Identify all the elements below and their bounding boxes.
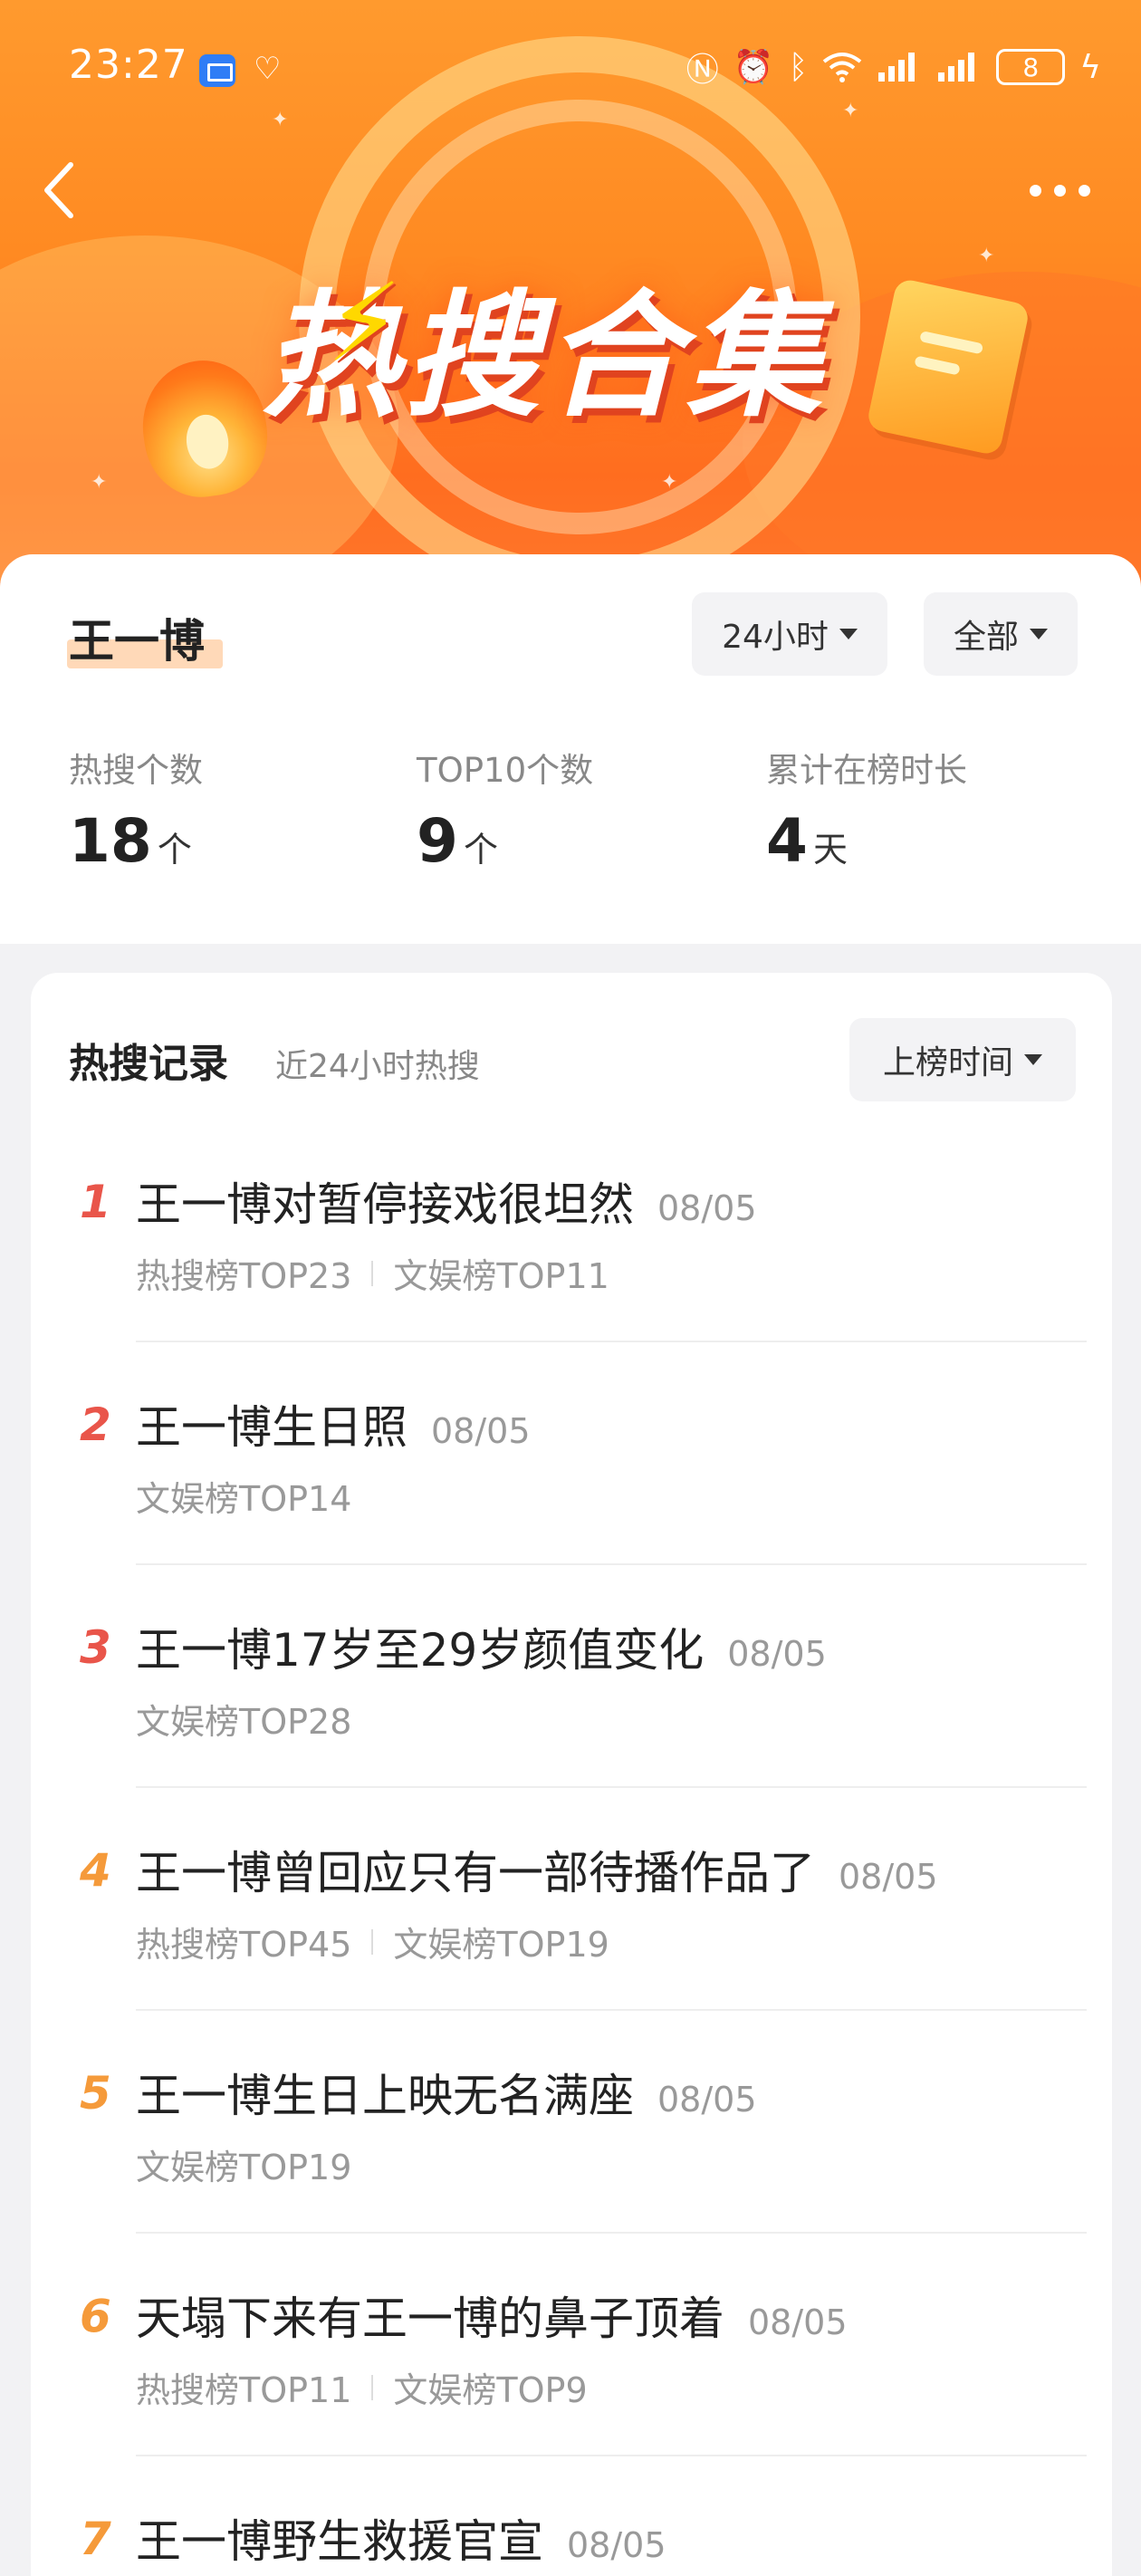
status-icons: Ⓝ ⏰ ᛒ 8 ϟ <box>686 43 1101 91</box>
record-title: 天塌下来有王一博的鼻子顶着 08/05 <box>136 2292 848 2345</box>
charging-icon: ϟ <box>1079 48 1101 86</box>
time-filter-label: 24小时 <box>722 619 829 656</box>
sort-label: 上榜时间 <box>882 1044 1013 1081</box>
record-date: 08/05 <box>567 2525 666 2565</box>
signal-icon <box>938 53 975 82</box>
record-tag: 热搜榜TOP23 <box>136 1256 352 1296</box>
divider <box>136 1786 1087 1788</box>
wifi-icon <box>823 53 862 82</box>
sparkle-icon: ✦ <box>842 100 859 122</box>
bluetooth-icon: ᛒ <box>788 48 809 86</box>
rank-number: 2 <box>80 1399 111 1451</box>
rank-number: 3 <box>80 1621 111 1674</box>
divider <box>136 2455 1087 2456</box>
alarm-icon: ⏰ <box>733 49 774 86</box>
caret-down-icon <box>1030 629 1048 639</box>
rank-number: 6 <box>80 2290 111 2342</box>
records-title: 热搜记录 <box>69 1041 228 1087</box>
rank-number: 7 <box>80 2513 111 2565</box>
stat-value: 4天 <box>766 806 848 876</box>
divider <box>136 1341 1087 1342</box>
divider <box>136 2009 1087 2011</box>
divider <box>136 2232 1087 2234</box>
rank-number: 4 <box>80 1844 111 1897</box>
record-title: 王一博生日上映无名满座 08/05 <box>136 2070 757 2122</box>
record-tags: 文娱榜TOP19 <box>136 2139 351 2189</box>
person-name: 王一博 <box>69 615 205 668</box>
records-subtitle: 近24小时热搜 <box>275 1048 480 1085</box>
rank-number: 1 <box>80 1176 111 1228</box>
time-filter-dropdown[interactable]: 24小时 <box>692 592 887 676</box>
record-tag: 文娱榜TOP28 <box>136 1702 352 1742</box>
record-tag: 文娱榜TOP19 <box>136 2148 352 2187</box>
caret-down-icon <box>1024 1054 1042 1065</box>
divider <box>136 1563 1087 1565</box>
stat-value: 9个 <box>417 806 498 876</box>
scope-filter-label: 全部 <box>953 619 1019 656</box>
stat-label: TOP10个数 <box>417 751 594 790</box>
caret-down-icon <box>839 629 858 639</box>
sparkle-icon: ✦ <box>272 109 289 131</box>
record-tags: 热搜榜TOP11 文娱榜TOP9 <box>136 2362 588 2412</box>
record-date: 08/05 <box>839 1857 938 1897</box>
record-title: 王一博生日照 08/05 <box>136 1401 531 1454</box>
heart-icon: ♡ <box>254 51 282 87</box>
lightning-icon: ⚡ <box>326 261 403 387</box>
record-title: 王一博曾回应只有一部待播作品了 08/05 <box>136 1847 938 1899</box>
record-tag: 热搜榜TOP45 <box>136 1925 352 1965</box>
more-options-icon[interactable] <box>1030 185 1090 197</box>
signal-icon <box>878 53 916 82</box>
record-date: 08/05 <box>748 2302 848 2342</box>
record-tags: 文娱榜TOP14 <box>136 1471 351 1521</box>
battery-level: 8 <box>1022 52 1040 82</box>
stat-label: 累计在榜时长 <box>766 751 967 790</box>
sort-dropdown[interactable]: 上榜时间 <box>849 1018 1076 1101</box>
battery-icon: 8 <box>996 49 1066 85</box>
stat-label: 热搜个数 <box>69 751 203 790</box>
record-tag: 热搜榜TOP11 <box>136 2370 352 2410</box>
back-arrow-icon[interactable] <box>42 161 78 219</box>
record-tag: 文娱榜TOP19 <box>393 1925 609 1965</box>
record-title: 王一博对暂停接戏很坦然 08/05 <box>136 1178 757 1231</box>
message-icon <box>199 54 235 87</box>
record-date: 08/05 <box>727 1634 827 1674</box>
sparkle-icon: ✦ <box>661 471 678 494</box>
record-title: 王一博17岁至29岁颜值变化 08/05 <box>136 1624 827 1677</box>
nfc-icon: Ⓝ <box>686 52 719 89</box>
record-tag: 文娱榜TOP14 <box>136 1479 352 1519</box>
record-tags: 文娱榜TOP28 <box>136 1694 351 1744</box>
sparkle-icon: ✦ <box>978 245 995 267</box>
rank-number: 5 <box>80 2067 111 2119</box>
record-date: 08/05 <box>657 2080 757 2119</box>
record-tag: 文娱榜TOP9 <box>393 2370 588 2410</box>
scope-filter-dropdown[interactable]: 全部 <box>924 592 1078 676</box>
record-tags: 热搜榜TOP23 文娱榜TOP11 <box>136 1248 609 1298</box>
record-date: 08/05 <box>431 1411 531 1451</box>
record-title: 王一博野生救援官宣 08/05 <box>136 2515 666 2568</box>
sparkle-icon: ✦ <box>91 471 108 494</box>
record-tags: 热搜榜TOP45 文娱榜TOP19 <box>136 1917 609 1966</box>
stat-value: 18 个 <box>69 806 192 876</box>
record-tag: 文娱榜TOP11 <box>393 1256 609 1296</box>
record-date: 08/05 <box>657 1188 757 1228</box>
status-time: 23:27 <box>69 42 188 88</box>
